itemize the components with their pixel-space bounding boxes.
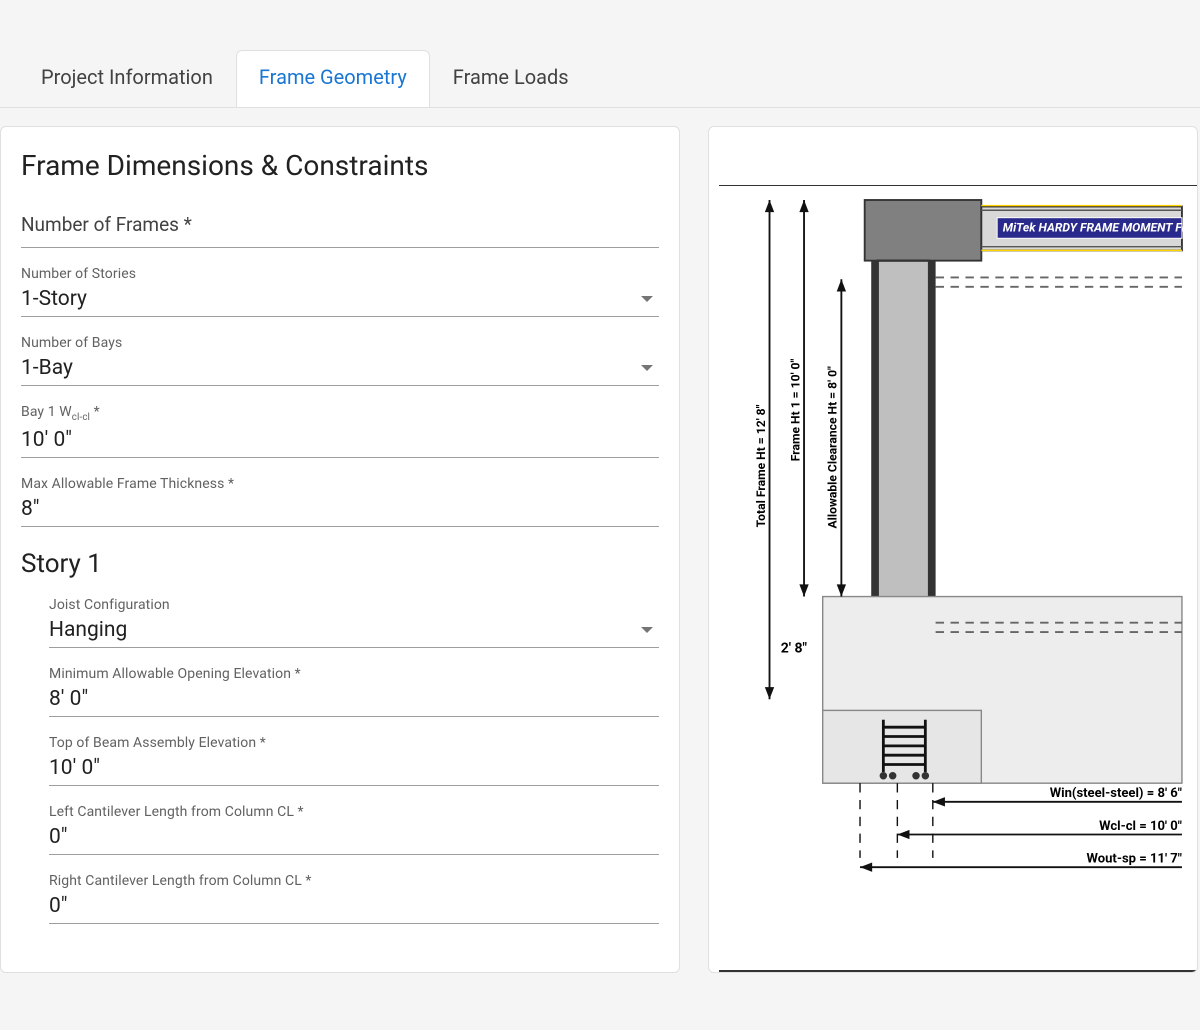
max-thick-label: Max Allowable Frame Thickness * (21, 476, 659, 492)
bay1-label: Bay 1 Wcl-cl * (21, 404, 659, 423)
top-beam-value: 10' 0" (49, 753, 659, 783)
allowable-clearance-label: Allowable Clearance Ht = 8' 0" (826, 366, 840, 529)
tab-frame-loads[interactable]: Frame Loads (430, 50, 592, 107)
chevron-down-icon (641, 296, 653, 302)
wout-sp-label: Wout-sp = 11' 7" (1087, 851, 1182, 866)
field-min-opening[interactable]: Minimum Allowable Opening Elevation * 8'… (49, 666, 659, 717)
anchor-bolts-icon (883, 720, 925, 772)
min-open-label: Minimum Allowable Opening Elevation * (49, 666, 659, 682)
frame-ht1-label: Frame Ht 1 = 10' 0" (788, 359, 802, 462)
chevron-down-icon (641, 627, 653, 633)
win-steel-label: Win(steel-steel) = 8' 6" (1050, 786, 1182, 801)
num-bays-value: 1-Bay (21, 353, 73, 383)
field-bay1-width[interactable]: Bay 1 Wcl-cl * 10' 0" (21, 404, 659, 458)
chevron-down-icon (641, 365, 653, 371)
total-frame-ht-label: Total Frame Ht = 12' 8" (754, 404, 768, 527)
brand-label: MiTek HARDY FRAME MOMENT FRA (1003, 221, 1197, 235)
section-story1-title: Story 1 (21, 549, 659, 579)
joist-label: Joist Configuration (49, 597, 659, 613)
form-panel: Frame Dimensions & Constraints Number of… (0, 126, 680, 973)
tab-project-info[interactable]: Project Information (18, 50, 236, 107)
num-stories-label: Number of Stories (21, 266, 659, 282)
joist-value: Hanging (49, 615, 127, 645)
field-left-cantilever[interactable]: Left Cantilever Length from Column CL * … (49, 804, 659, 855)
field-num-stories[interactable]: Number of Stories 1-Story (21, 266, 659, 317)
num-frames-label: Number of Frames * (21, 210, 659, 239)
diagram-panel: MiTek HARDY FRAME MOMENT FRA (708, 126, 1198, 973)
field-max-thickness[interactable]: Max Allowable Frame Thickness * 8" (21, 476, 659, 527)
tab-frame-geometry[interactable]: Frame Geometry (236, 50, 430, 107)
bay1-value: 10' 0" (21, 425, 659, 455)
right-cant-value: 0" (49, 891, 659, 921)
num-stories-value: 1-Story (21, 284, 87, 314)
left-cant-label: Left Cantilever Length from Column CL * (49, 804, 659, 820)
field-joist-config[interactable]: Joist Configuration Hanging (49, 597, 659, 648)
wcl-cl-label: Wcl-cl = 10' 0" (1099, 819, 1182, 834)
tabs-bar: Project Information Frame Geometry Frame… (0, 0, 1200, 108)
frame-diagram: MiTek HARDY FRAME MOMENT FRA (719, 186, 1197, 970)
min-open-value: 8' 0" (49, 684, 659, 714)
top-beam-label: Top of Beam Assembly Elevation * (49, 735, 659, 751)
field-right-cantilever[interactable]: Right Cantilever Length from Column CL *… (49, 873, 659, 924)
panel-title: Frame Dimensions & Constraints (21, 149, 659, 182)
num-bays-label: Number of Bays (21, 335, 659, 351)
right-cant-label: Right Cantilever Length from Column CL * (49, 873, 659, 889)
field-num-bays[interactable]: Number of Bays 1-Bay (21, 335, 659, 386)
left-cant-value: 0" (49, 822, 659, 852)
field-num-frames[interactable]: Number of Frames * (21, 210, 659, 248)
field-top-beam[interactable]: Top of Beam Assembly Elevation * 10' 0" (49, 735, 659, 786)
base-dim-label: 2' 8" (781, 641, 808, 657)
max-thick-value: 8" (21, 494, 659, 524)
